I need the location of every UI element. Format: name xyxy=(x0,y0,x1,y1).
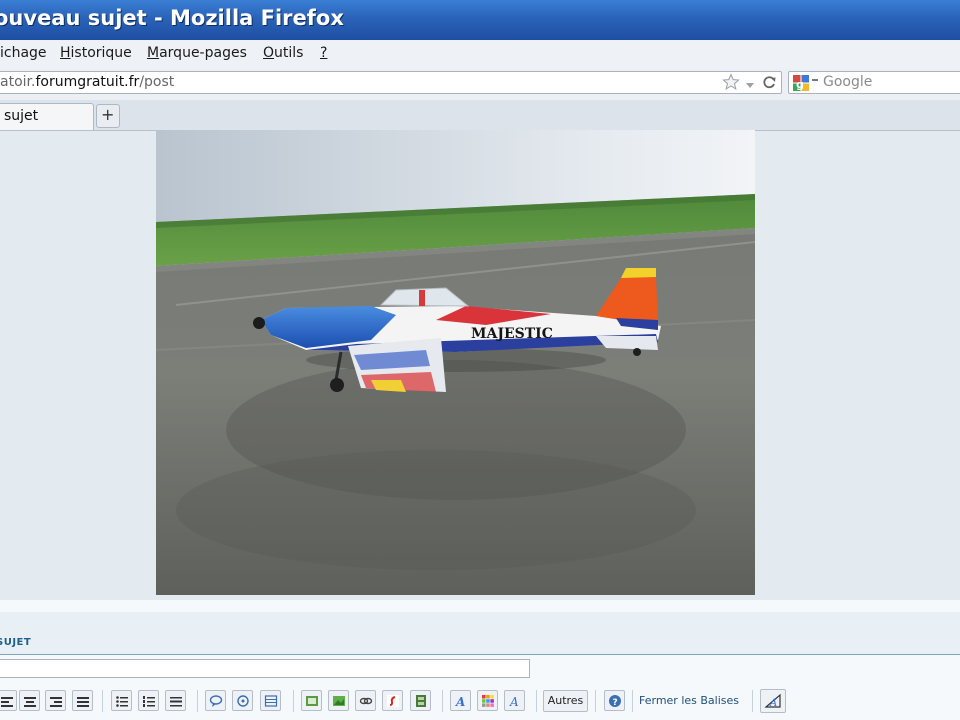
svg-text:g: g xyxy=(796,78,804,91)
bullet-list-button[interactable] xyxy=(111,690,132,711)
dropdown-arrow-icon[interactable] xyxy=(744,76,756,88)
code-icon xyxy=(237,695,249,707)
menu-marque-pages-accel: M xyxy=(147,45,160,61)
video-button[interactable] xyxy=(410,690,431,711)
toolbar-separator xyxy=(197,690,198,712)
image-upload-icon xyxy=(306,696,318,706)
link-button[interactable] xyxy=(355,690,376,711)
align-left-button[interactable] xyxy=(0,690,17,711)
numbered-list-icon xyxy=(143,696,155,707)
help-icon: ? xyxy=(609,695,621,708)
close-tags-link[interactable]: Fermer les Balises xyxy=(639,694,739,707)
menu-historique[interactable]: Historique xyxy=(60,45,132,61)
justify-button[interactable] xyxy=(72,690,93,711)
menu-marque-pages-label: arque-pages xyxy=(159,45,247,61)
plane-livery-text: MAJESTIC xyxy=(471,326,553,342)
url-text: atoir.forumgratuit.fr/post xyxy=(0,74,174,90)
tab-bar xyxy=(0,100,960,131)
svg-text:A: A xyxy=(509,695,519,708)
svg-text:A: A xyxy=(769,698,777,709)
menu-marque-pages[interactable]: Marque-pages xyxy=(147,45,247,61)
menu-outils[interactable]: Outils xyxy=(263,45,303,61)
code-button[interactable] xyxy=(232,690,253,711)
toolbar-separator xyxy=(442,690,443,712)
toolbar-separator xyxy=(536,690,537,712)
image-host-button[interactable] xyxy=(301,690,322,711)
menu-affichage-label: ichage xyxy=(0,45,47,61)
bullet-list-icon xyxy=(116,696,128,707)
align-right-icon xyxy=(50,697,62,707)
align-center-button[interactable] xyxy=(19,690,40,711)
toolbar-separator xyxy=(595,690,596,712)
horizontal-rule-icon xyxy=(170,697,182,707)
toolbar-separator xyxy=(102,690,103,712)
table-icon xyxy=(264,695,278,707)
align-left-icon xyxy=(1,697,13,707)
font-a-icon: A xyxy=(455,695,465,708)
numbered-list-button[interactable] xyxy=(138,690,159,711)
toolbar-separator xyxy=(752,690,753,712)
menu-bar xyxy=(0,40,960,70)
image-icon xyxy=(333,696,345,706)
color-grid-icon xyxy=(482,695,494,707)
toolbar-separator xyxy=(632,690,633,712)
align-right-button[interactable] xyxy=(45,690,66,711)
toolbar-separator xyxy=(293,690,294,712)
font-size-button[interactable]: A xyxy=(504,690,525,711)
subject-input[interactable] xyxy=(0,659,530,678)
menu-historique-accel: H xyxy=(60,45,71,61)
autres-button[interactable]: Autres xyxy=(543,690,588,712)
plus-icon: + xyxy=(101,105,115,124)
justify-icon xyxy=(77,697,89,707)
new-tab-button[interactable]: + xyxy=(96,104,120,128)
section-title: SUJET xyxy=(0,637,32,648)
url-path: /post xyxy=(139,74,175,90)
section-header xyxy=(0,612,960,655)
window-title: ouveau sujet - Mozilla Firefox xyxy=(0,6,344,30)
search-engine-dash xyxy=(812,79,818,81)
search-placeholder: Google xyxy=(823,74,873,90)
menu-affichage[interactable]: ichage xyxy=(0,45,47,61)
url-prefix: atoir. xyxy=(0,74,36,90)
speech-bubble-icon xyxy=(209,695,223,707)
tab-label: sujet xyxy=(4,108,39,124)
menu-historique-label: istorique xyxy=(70,45,132,61)
menu-help-accel: ? xyxy=(320,45,328,61)
star-icon[interactable] xyxy=(722,73,740,91)
menu-outils-accel: O xyxy=(263,45,275,61)
menu-outils-label: utils xyxy=(274,45,304,61)
horizontal-rule-button[interactable] xyxy=(165,690,186,711)
menu-help[interactable]: ? xyxy=(320,45,327,61)
table-button[interactable] xyxy=(260,690,281,711)
link-icon xyxy=(359,697,373,705)
svg-text:A: A xyxy=(455,695,465,708)
svg-text:?: ? xyxy=(613,698,618,708)
flash-button[interactable] xyxy=(382,690,403,711)
rc-plane-photo: MAJESTIC xyxy=(156,130,755,595)
font-size-icon: A xyxy=(509,695,519,708)
align-center-icon xyxy=(24,697,36,707)
switch-editor-button[interactable]: A xyxy=(760,689,786,713)
search-box[interactable] xyxy=(788,71,960,94)
color-button[interactable] xyxy=(477,690,498,711)
image-button[interactable] xyxy=(328,690,349,711)
font-style-button[interactable]: A xyxy=(450,690,471,711)
help-button[interactable]: ? xyxy=(604,690,625,711)
switch-editor-icon: A xyxy=(764,693,781,709)
quote-button[interactable] xyxy=(205,690,226,711)
google-icon[interactable]: g xyxy=(792,74,810,92)
url-domain: forumgratuit.fr xyxy=(35,74,140,90)
flash-icon xyxy=(387,695,399,707)
film-icon xyxy=(416,695,426,707)
reload-icon[interactable] xyxy=(760,73,778,91)
